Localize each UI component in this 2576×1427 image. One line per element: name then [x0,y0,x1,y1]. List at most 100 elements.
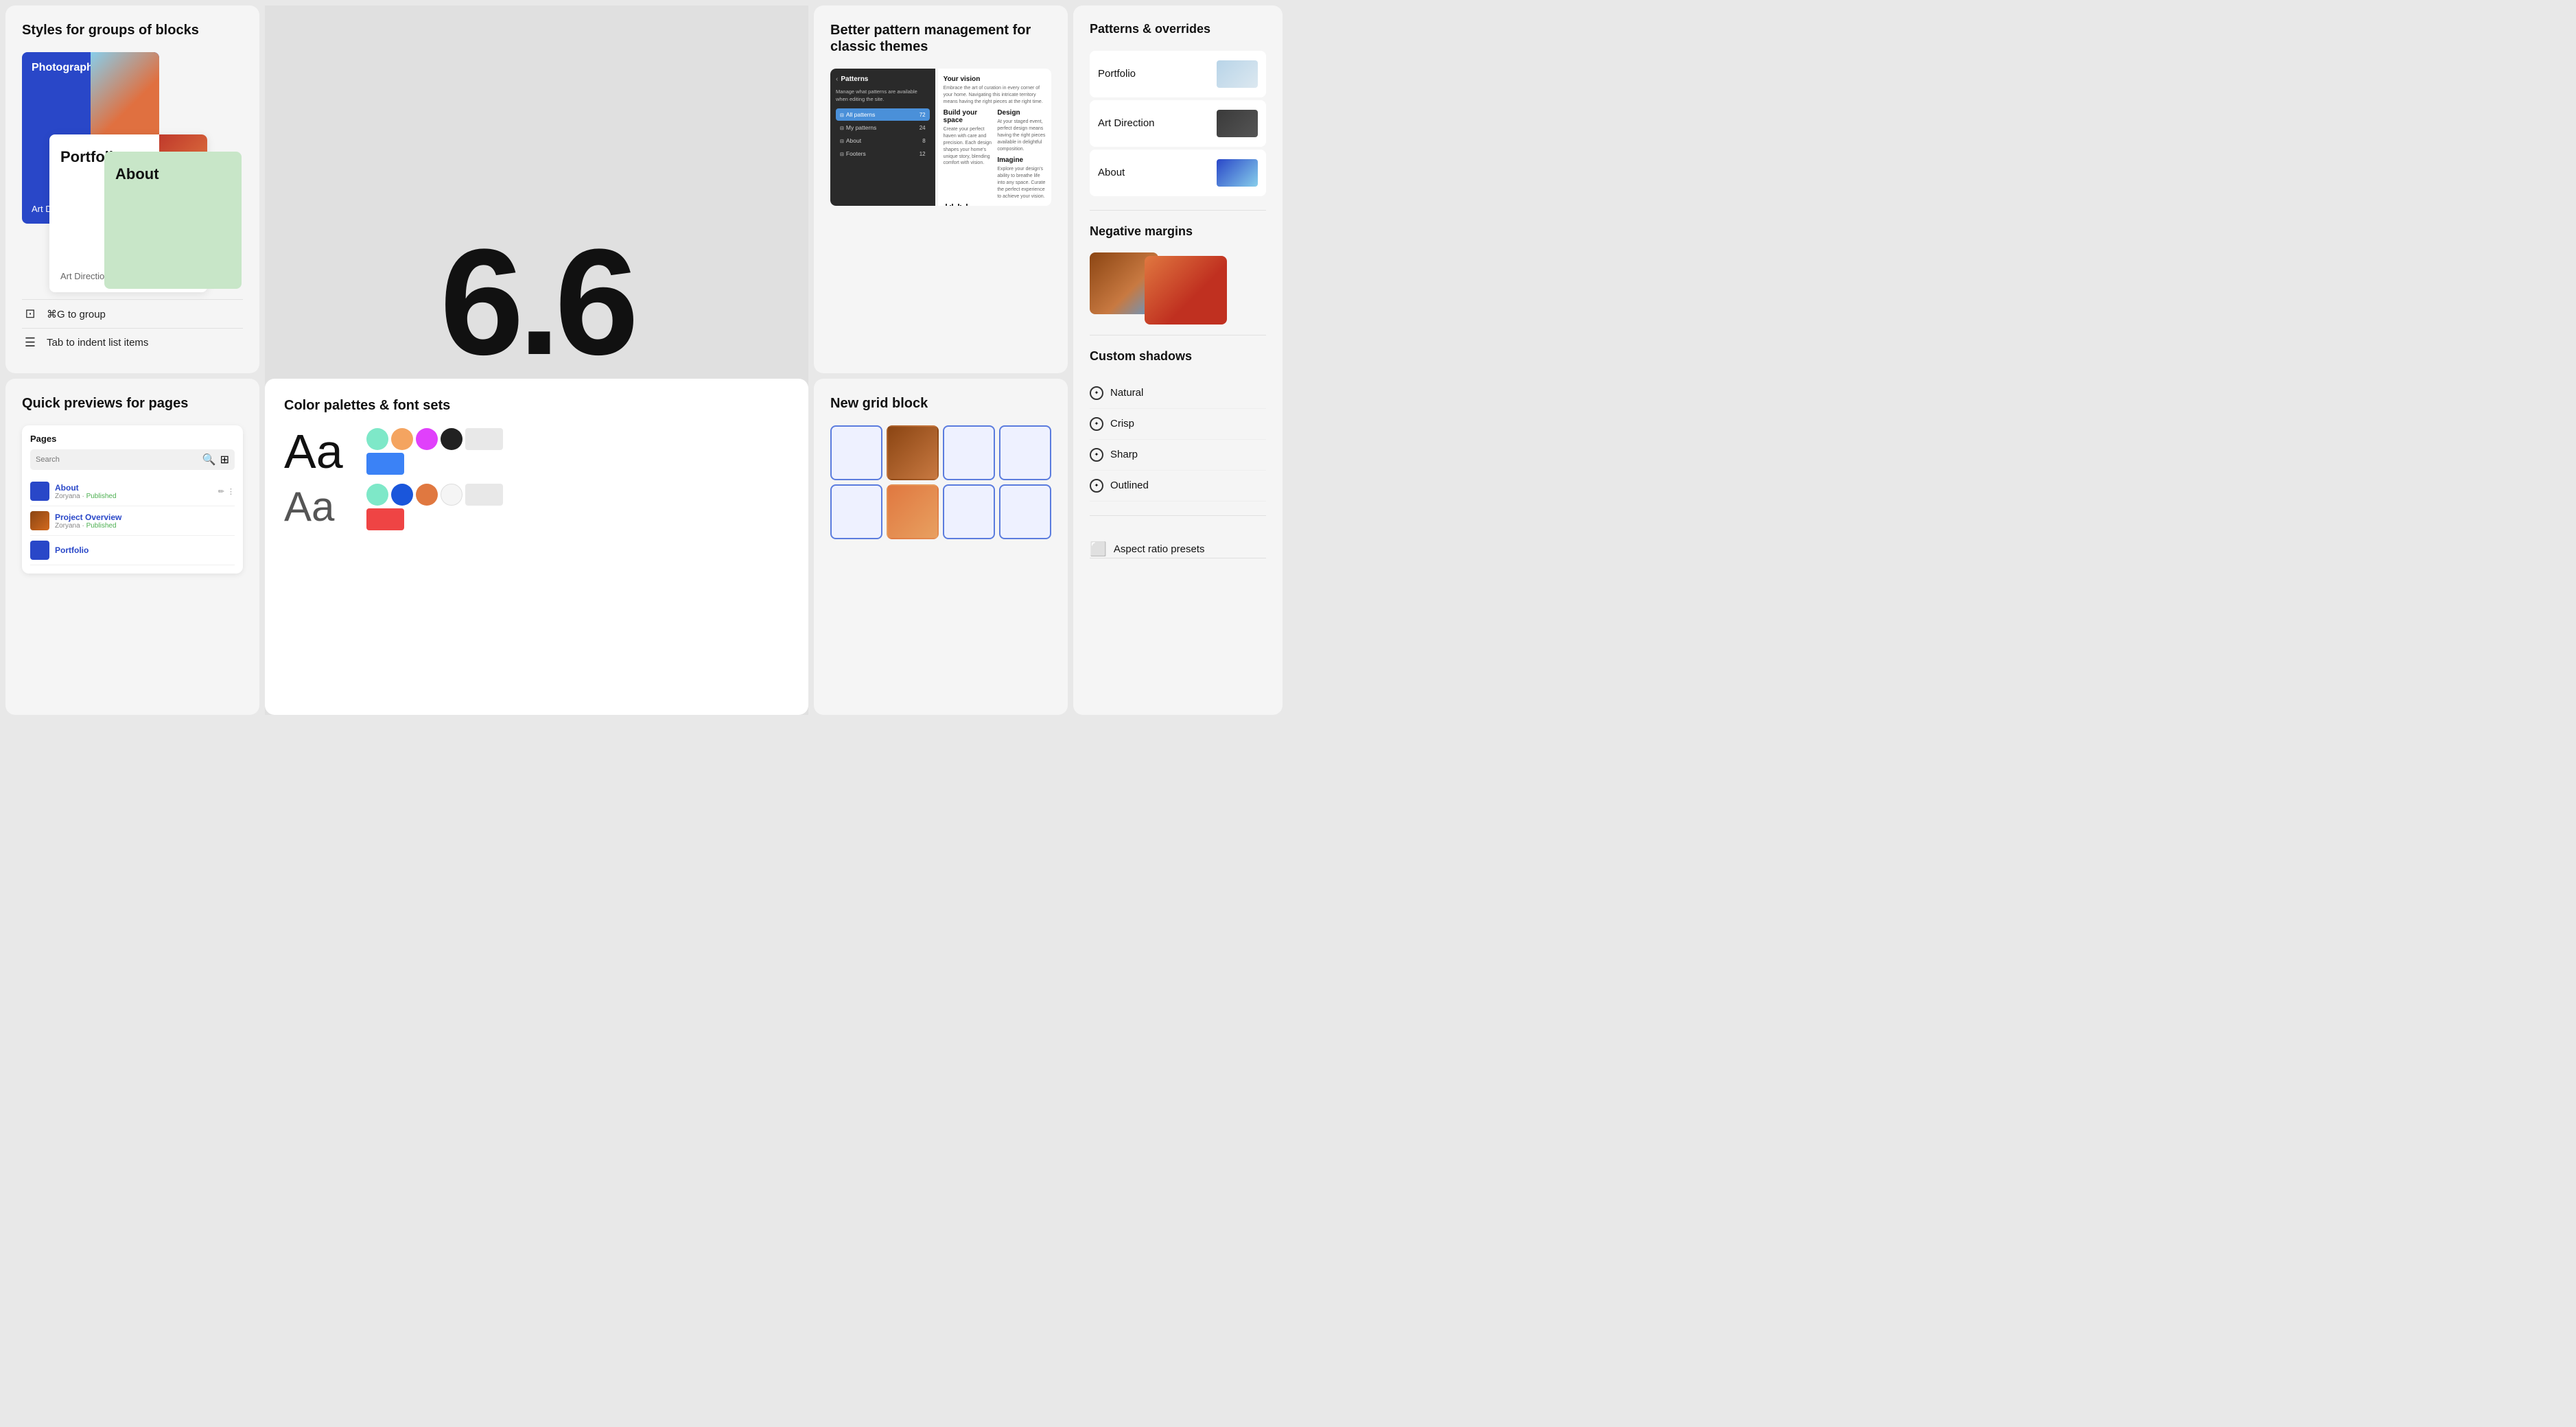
grid-cell-6 [887,484,939,539]
pages-search-input[interactable]: Search [36,456,198,464]
page-info-project: Project Overview Zoryana · Published [55,512,235,530]
aspect-ratio-row: ⬜ Aspect ratio presets [1090,541,1266,558]
art-direction2: Art Direction [60,271,110,281]
outlined-icon: ✦ [1090,479,1103,493]
page-actions-about: ✏ ⋮ [218,487,235,496]
pages-row-about[interactable]: About Zoryana · Published ✏ ⋮ [30,477,235,506]
pm-my-label: My patterns [846,124,876,131]
page-info-about: About Zoryana · Published [55,483,213,500]
patterns-overrides-section: Patterns & overrides Portfolio Art Direc… [1090,22,1266,211]
pm-nav-title: Patterns [841,75,868,83]
pattern-mgmt-card: Better pattern management for classic th… [814,5,1068,373]
swatch-teal2 [366,484,388,506]
colors-fonts-card: Color palettes & font sets Aa Aa [265,379,808,715]
grid-cell-8 [999,484,1051,539]
patterns-art-label: Art Direction [1098,117,1155,129]
page-name-portfolio: Portfolio [55,545,235,555]
swatches1 [366,428,504,475]
pm-desc: Manage what patterns are available when … [836,89,930,103]
palette-row2: Aa [284,484,789,530]
preview-sub2: At your staged event, perfect design mea… [997,119,1046,152]
filter-icon[interactable]: ⊞ [220,453,229,467]
preview-sub1: Embrace the art of curation in every cor… [944,85,1046,105]
swatch-sand [391,428,413,450]
pattern-preview: Your vision Embrace the art of curation … [938,69,1051,206]
grid-cell-3 [943,425,995,480]
page-status-about: Published [86,493,117,500]
quick-previews-card: Quick previews for pages Pages Search 🔍 … [5,379,259,715]
grid-cell-4 [999,425,1051,480]
palette-row1: Aa [284,427,789,475]
grid-demo-row2 [830,484,1051,539]
shortcut-group: ⊡ ⌘G to group [22,299,243,328]
colors-fonts-title: Color palettes & font sets [284,398,789,414]
about-title: About [115,165,231,183]
styles-card: Styles for groups of blocks Photography … [5,5,259,373]
pages-row-project[interactable]: Project Overview Zoryana · Published [30,506,235,536]
shortcut-group-text: ⌘G to group [47,308,106,320]
page-thumb-portfolio [30,541,49,560]
shortcut-indent-text: Tab to indent list items [47,337,148,349]
right-big-card: Patterns & overrides Portfolio Art Direc… [1073,5,1283,715]
shadow-list: ✦ Natural ✦ Crisp ✦ Sharp ✦ Outlined [1090,378,1266,502]
preview-sub3: Create your perfect haven with care and … [944,126,992,167]
type-sample2: Aa [284,486,353,528]
swatch-orange [416,484,438,506]
edit-icon[interactable]: ✏ [218,487,224,496]
preview-title1: Your vision [944,75,1046,83]
pm-all-count: 72 [920,112,926,118]
pm-nav: ‹ Patterns [836,75,930,83]
natural-icon: ✦ [1090,386,1103,400]
patterns-item-about: About [1090,150,1266,196]
swatch-purple [416,428,438,450]
pm-row-footers[interactable]: ⊟Footers 12 [836,148,930,160]
patterns-portfolio-thumb [1217,60,1258,88]
neg-img2 [1145,256,1227,325]
sharp-label: Sharp [1110,449,1138,460]
pm-row-all[interactable]: ⊟All patterns 72 [836,108,930,121]
stacked-cards: Photography Art Direction Portfolio Art … [22,52,243,285]
patterns-about-thumb [1217,159,1258,187]
sharp-icon: ✦ [1090,448,1103,462]
outlined-label: Outlined [1110,480,1149,491]
pm-row-my[interactable]: ⊟My patterns 24 [836,121,930,134]
indent-icon: ☰ [22,335,38,350]
shadow-outlined: ✦ Outlined [1090,471,1266,502]
pm-about-label: About [846,137,861,144]
preview-title4: Imagine [997,156,1046,164]
natural-label: Natural [1110,387,1143,399]
grid-cell-2 [887,425,939,480]
patterns-overrides-title: Patterns & overrides [1090,22,1266,37]
shadow-sharp: ✦ Sharp [1090,440,1266,471]
swatch-teal [366,428,388,450]
pages-header: Pages [30,434,235,444]
shadow-natural: ✦ Natural [1090,378,1266,409]
shortcuts-section: ⊡ ⌘G to group ☰ Tab to indent list items [22,299,243,357]
aspect-ratio-section: ⬜ Aspect ratio presets [1090,530,1266,558]
page-thumb-project [30,511,49,530]
grid-block-card: New grid block [814,379,1068,715]
grid-cell-5 [830,484,882,539]
pages-mockup: Pages Search 🔍 ⊞ About Zoryana · Publish… [22,425,243,574]
pm-footers-count: 12 [920,151,926,157]
pages-search-bar[interactable]: Search 🔍 ⊞ [30,449,235,470]
pm-footers-label: Footers [846,150,866,157]
pages-row-portfolio[interactable]: Portfolio [30,536,235,565]
page-status-project: Published [86,522,117,530]
preview-title2: Design [997,109,1046,117]
grid-demo-row1 [830,425,1051,480]
pm-row-about[interactable]: ⊟About 8 [836,134,930,147]
shadow-crisp: ✦ Crisp [1090,409,1266,440]
group-icon: ⊡ [22,307,38,321]
pm-all-label: All patterns [846,111,876,118]
pattern-sidebar: ‹ Patterns Manage what patterns are avai… [830,69,935,206]
more-icon[interactable]: ⋮ [227,487,235,496]
pm-barcode [944,204,1046,206]
about-card: About [104,152,242,289]
blue-image [91,52,159,141]
swatch-light2 [465,484,503,506]
grid-cell-7 [943,484,995,539]
patterns-item-portfolio: Portfolio [1090,51,1266,97]
page-info-portfolio: Portfolio [55,545,235,555]
pattern-mgmt-title: Better pattern management for classic th… [830,22,1051,55]
